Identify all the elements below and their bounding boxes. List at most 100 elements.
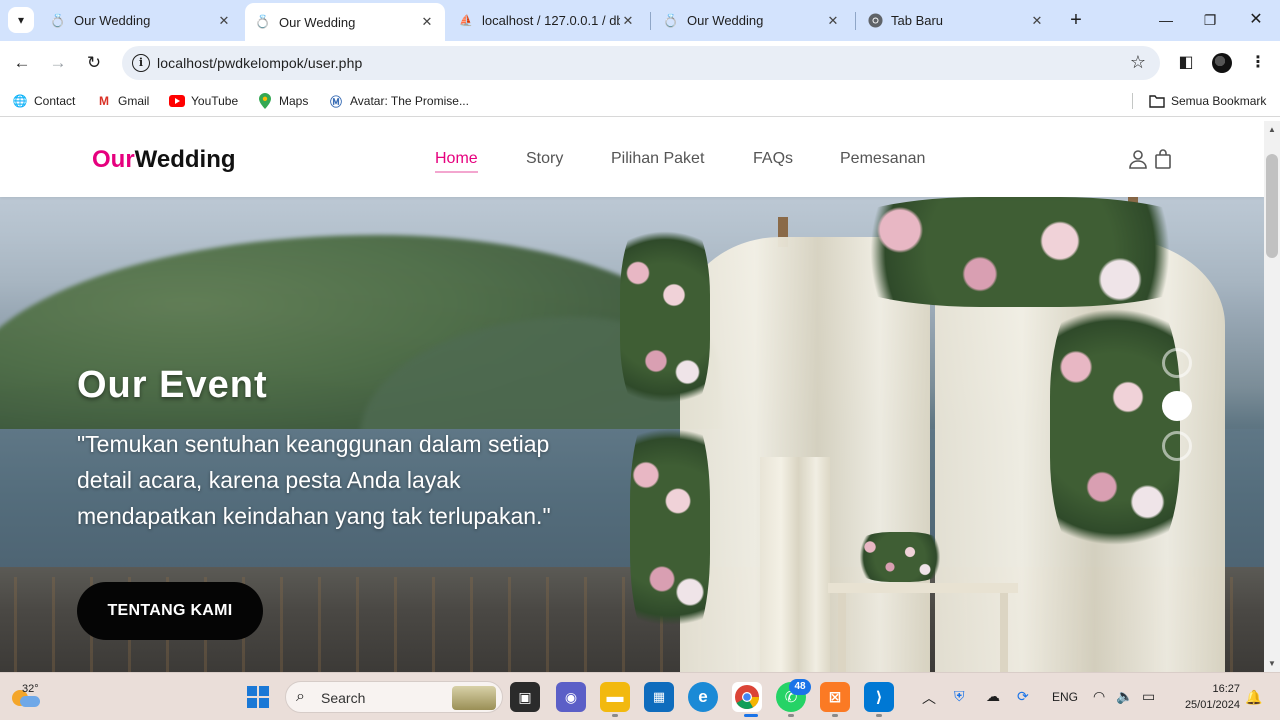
tab-our-wedding-3[interactable]: 💍 Our Wedding ✕	[653, 5, 851, 36]
bookmark-label: YouTube	[191, 94, 239, 108]
nav-pilihan-paket[interactable]: Pilihan Paket	[611, 150, 704, 168]
logo-rest: Wedding	[134, 146, 236, 173]
site-logo[interactable]: OurWedding	[92, 146, 236, 174]
search-icon: ⌕	[296, 688, 305, 705]
globe-icon: 🌐	[12, 94, 28, 108]
vscode-icon[interactable]: ⟩	[864, 682, 894, 712]
temperature: 32°	[22, 683, 39, 695]
minimize-icon[interactable]: —	[1154, 8, 1178, 32]
close-icon[interactable]: ✕	[620, 13, 636, 29]
gmail-icon: M	[99, 94, 109, 108]
show-hidden-icons-chevron-icon[interactable]: ︿	[922, 688, 936, 708]
xampp-icon[interactable]: ⊠	[820, 682, 850, 712]
site-header: OurWedding Home Story Pilihan Paket FAQs…	[0, 121, 1264, 197]
forward-arrow-icon[interactable]: →	[46, 51, 70, 75]
close-icon[interactable]: ✕	[216, 13, 232, 29]
all-bookmarks-folder[interactable]: Semua Bookmark	[1149, 92, 1266, 110]
bookmark-label: Gmail	[118, 94, 150, 108]
tab-search-button[interactable]: ▾	[8, 7, 34, 33]
maps-icon	[257, 93, 273, 109]
close-icon[interactable]: ✕	[419, 14, 435, 30]
site-info-icon[interactable]: i	[132, 54, 150, 72]
browser-toolbar: ← → ↻ i localhost/pwdkelompok/user.php ☆…	[0, 41, 1280, 85]
tab-title: Our Wedding	[279, 14, 356, 30]
all-bookmarks-label: Semua Bookmark	[1171, 94, 1267, 108]
shopping-bag-icon[interactable]	[1154, 149, 1174, 169]
user-icon[interactable]	[1128, 149, 1148, 169]
tab-title: localhost / 127.0.0.1 / db	[482, 13, 620, 28]
new-tab-button[interactable]: +	[1064, 9, 1088, 33]
carousel-dot-1[interactable]	[1162, 348, 1192, 378]
bookmark-label: Avatar: The Promise...	[350, 94, 469, 108]
back-arrow-icon[interactable]: ←	[10, 51, 34, 75]
cloud-sync-icon[interactable]: ☁	[986, 688, 1000, 705]
ring-icon: 💍	[49, 12, 67, 28]
bookmark-label: Maps	[279, 94, 309, 108]
running-indicator	[832, 714, 838, 717]
windows-start-icon[interactable]	[247, 686, 269, 708]
language-indicator[interactable]: ENG	[1052, 690, 1078, 704]
chrome-icon	[867, 13, 883, 29]
bookmark-contact[interactable]: 🌐 Contact	[12, 92, 76, 110]
nav-home[interactable]: Home	[435, 150, 478, 168]
task-view-icon[interactable]: ▣	[510, 682, 540, 712]
nav-faqs[interactable]: FAQs	[753, 150, 793, 168]
system-clock[interactable]: 16:27 25/01/2024	[1170, 681, 1240, 713]
youtube-icon	[169, 93, 185, 109]
scroll-up-arrow-icon[interactable]: ▲	[1266, 124, 1278, 136]
hero-section: Our Event "Temukan sentuhan keanggunan d…	[0, 197, 1264, 672]
profile-avatar[interactable]	[1212, 53, 1232, 73]
more-menu-icon[interactable]: ⋮	[1246, 51, 1270, 75]
close-icon[interactable]: ✕	[1029, 13, 1045, 29]
carousel-dot-3[interactable]	[1162, 431, 1192, 461]
close-icon[interactable]: ✕	[825, 13, 841, 29]
teams-chat-icon[interactable]: ◉	[556, 682, 586, 712]
tab-separator	[650, 12, 651, 30]
nav-pemesanan[interactable]: Pemesanan	[840, 150, 925, 168]
whatsapp-unread-badge: 48	[789, 679, 811, 695]
search-label: Search	[321, 690, 366, 706]
wifi-icon[interactable]: ◠	[1093, 688, 1105, 705]
bookmark-site-icon: Ⓜ	[329, 94, 342, 109]
page-viewport: OurWedding Home Story Pilihan Paket FAQs…	[0, 121, 1264, 672]
defender-shield-icon[interactable]: ⛨	[954, 688, 965, 705]
scroll-down-arrow-icon[interactable]: ▼	[1266, 658, 1278, 670]
edge-icon[interactable]: e	[688, 682, 718, 712]
battery-icon[interactable]: ▭	[1142, 688, 1155, 705]
carousel-dot-2-active[interactable]	[1162, 391, 1192, 421]
nav-active-underline	[435, 171, 478, 173]
hero-tagline: "Temukan sentuhan keanggunan dalam setia…	[77, 431, 551, 529]
close-window-icon[interactable]: ✕	[1244, 8, 1268, 32]
bookmark-maps[interactable]: Maps	[257, 92, 308, 110]
bookmark-star-icon[interactable]: ☆	[1130, 52, 1146, 73]
active-indicator	[744, 714, 758, 717]
bookmark-youtube[interactable]: YouTube	[169, 92, 238, 110]
taskbar-search[interactable]: ⌕ Search	[285, 681, 503, 713]
arch-flowers	[1050, 277, 1180, 577]
tab-phpmyadmin[interactable]: ⛵ localhost / 127.0.0.1 / db ✕	[448, 5, 646, 36]
tab-title: Our Wedding	[74, 13, 151, 28]
chrome-taskbar-icon[interactable]	[732, 682, 762, 712]
scrollbar-thumb[interactable]	[1266, 154, 1278, 258]
weather-widget[interactable]: 32°	[8, 681, 48, 713]
running-indicator	[612, 714, 618, 717]
side-panel-icon[interactable]: ◧	[1174, 51, 1198, 75]
tab-new-tab[interactable]: Tab Baru ✕	[857, 5, 1055, 36]
address-bar[interactable]: i localhost/pwdkelompok/user.php ☆	[122, 46, 1160, 80]
tab-our-wedding-1[interactable]: 💍 Our Wedding ✕	[40, 5, 242, 36]
file-explorer-icon[interactable]: ▬	[600, 682, 630, 712]
nav-story[interactable]: Story	[526, 150, 563, 168]
notification-bell-icon[interactable]: 🔔	[1245, 689, 1262, 706]
volume-icon[interactable]: 🔈	[1116, 688, 1133, 705]
tentang-kami-button[interactable]: TENTANG KAMI	[77, 582, 263, 640]
running-indicator	[788, 714, 794, 717]
update-sync-icon[interactable]: ⟳	[1017, 688, 1029, 705]
reload-icon[interactable]: ↻	[82, 51, 106, 75]
tab-our-wedding-active[interactable]: 💍 Our Wedding ✕	[245, 3, 445, 41]
microsoft-store-icon[interactable]: ▦	[644, 682, 674, 712]
bookmark-avatar[interactable]: Ⓜ Avatar: The Promise...	[328, 92, 469, 110]
url-text[interactable]: localhost/pwdkelompok/user.php	[157, 55, 362, 71]
bookmark-gmail[interactable]: M Gmail	[96, 92, 149, 110]
restore-icon[interactable]: ❐	[1198, 8, 1222, 32]
clock-date: 25/01/2024	[1184, 699, 1240, 711]
